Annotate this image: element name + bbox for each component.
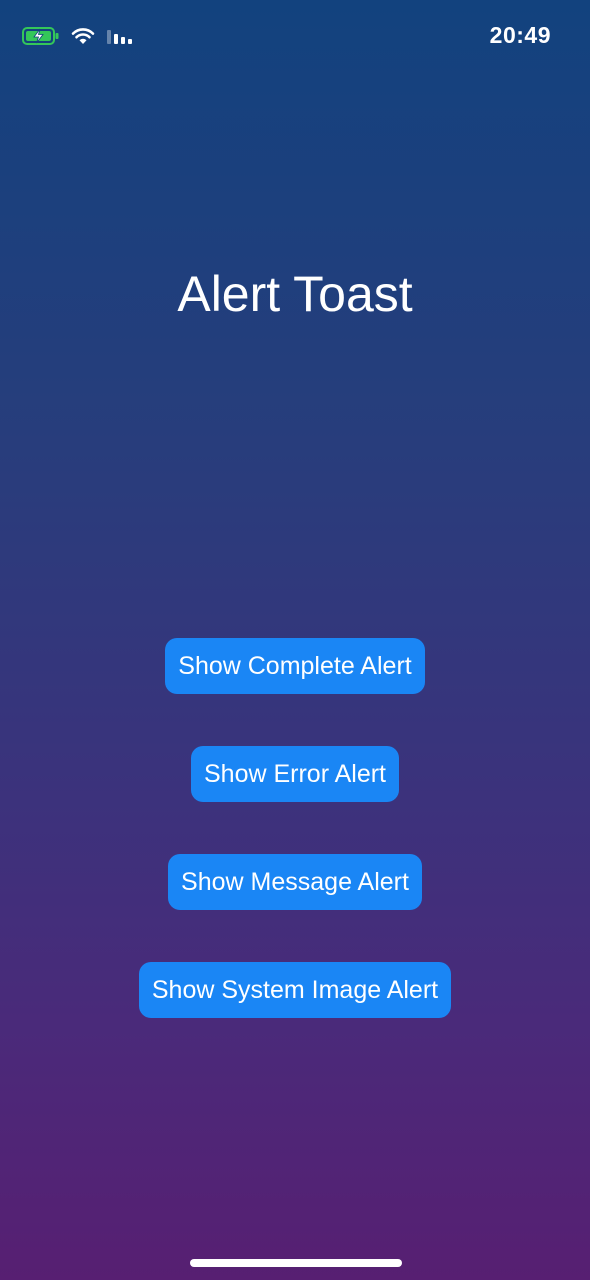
status-bar: 20:49 [0, 0, 590, 72]
show-message-alert-button[interactable]: Show Message Alert [168, 854, 422, 910]
show-system-image-alert-button[interactable]: Show System Image Alert [138, 962, 452, 1018]
cellular-signal-icon [106, 26, 134, 46]
status-icons [22, 26, 134, 46]
alert-buttons: Show Complete Alert Show Error Alert Sho… [0, 638, 590, 1018]
wifi-icon [70, 26, 96, 46]
show-complete-alert-button[interactable]: Show Complete Alert [165, 638, 425, 694]
status-time: 20:49 [489, 22, 551, 48]
home-indicator[interactable] [190, 1259, 402, 1267]
show-error-alert-button[interactable]: Show Error Alert [190, 746, 399, 802]
page-title: Alert Toast [177, 266, 413, 322]
battery-charging-icon [22, 26, 60, 46]
